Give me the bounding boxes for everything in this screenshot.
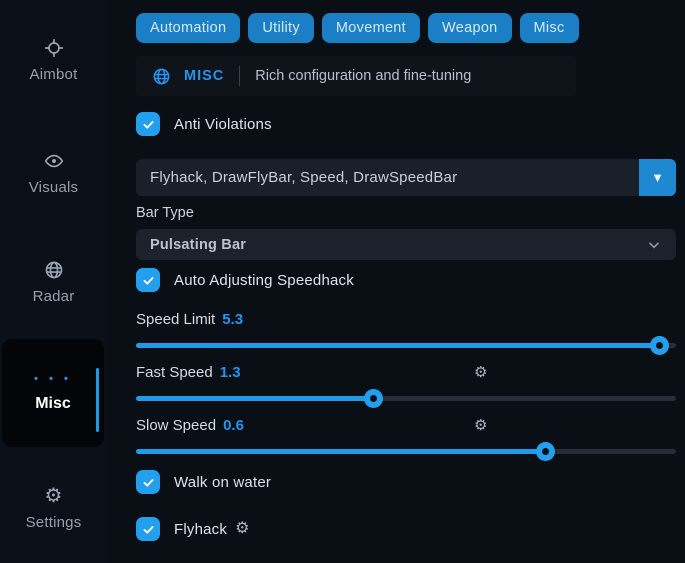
sidebar-item-misc[interactable]: • • • Misc xyxy=(2,339,104,447)
gear-icon[interactable]: ⚙ xyxy=(474,363,487,381)
sidebar-item-visuals[interactable]: Visuals xyxy=(0,149,107,196)
slider-fill xyxy=(136,449,546,454)
slow-speed-value: 0.6 xyxy=(223,417,244,434)
dropdown-arrow-icon: ▼ xyxy=(651,170,664,185)
slider-fill xyxy=(136,343,660,348)
main-panel: Automation Utility Movement Weapon Misc … xyxy=(136,0,676,563)
bar-type-value: Pulsating Bar xyxy=(150,237,246,253)
multiselect-dropdown-button[interactable]: ▼ xyxy=(639,159,676,196)
speed-limit-head: Speed Limit 5.3 xyxy=(136,311,676,329)
slow-speed-slider[interactable] xyxy=(136,442,676,461)
auto-adjusting-label: Auto Adjusting Speedhack xyxy=(174,272,354,289)
category-tabs: Automation Utility Movement Weapon Misc xyxy=(136,13,676,43)
walk-on-water-checkbox[interactable] xyxy=(136,470,160,494)
slider-thumb[interactable] xyxy=(364,389,383,408)
walk-on-water-label: Walk on water xyxy=(174,474,271,491)
section-subtitle: Rich configuration and fine-tuning xyxy=(255,68,471,84)
auto-adjusting-row: Auto Adjusting Speedhack xyxy=(136,268,676,292)
section-title: MISC xyxy=(184,68,224,84)
globe-icon xyxy=(0,258,107,282)
tab-automation[interactable]: Automation xyxy=(136,13,240,43)
bar-type-select[interactable]: Pulsating Bar xyxy=(136,229,676,260)
bar-type-label: Bar Type xyxy=(136,205,676,221)
slow-speed-head: Slow Speed 0.6 ⚙ xyxy=(136,417,676,435)
checkmark-icon xyxy=(141,475,156,490)
flyhack-row: Flyhack ⚙ xyxy=(136,517,676,541)
sidebar-item-label: Misc xyxy=(35,395,71,413)
gear-icon: ⚙ xyxy=(0,484,107,508)
divider xyxy=(239,66,240,86)
eye-icon xyxy=(0,149,107,173)
sidebar: Aimbot Visuals Radar xyxy=(0,0,107,563)
sidebar-item-label: Settings xyxy=(0,514,107,531)
auto-adjusting-checkbox[interactable] xyxy=(136,268,160,292)
chevron-down-icon xyxy=(646,237,662,253)
sidebar-item-label: Radar xyxy=(0,288,107,305)
speed-limit-label: Speed Limit xyxy=(136,311,215,328)
speed-limit-value: 5.3 xyxy=(222,311,243,328)
anti-violations-checkbox[interactable] xyxy=(136,112,160,136)
fast-speed-value: 1.3 xyxy=(220,364,241,381)
sidebar-item-radar[interactable]: Radar xyxy=(0,258,107,305)
fast-speed-head: Fast Speed 1.3 ⚙ xyxy=(136,364,676,382)
crosshair-icon xyxy=(0,36,107,60)
fast-speed-slider[interactable] xyxy=(136,389,676,408)
flyhack-checkbox[interactable] xyxy=(136,517,160,541)
slow-speed-label: Slow Speed xyxy=(136,417,216,434)
sidebar-item-aimbot[interactable]: Aimbot xyxy=(0,36,107,83)
anti-violations-label: Anti Violations xyxy=(174,116,272,133)
checkmark-icon xyxy=(141,522,156,537)
gear-icon[interactable]: ⚙ xyxy=(474,416,487,434)
tab-movement[interactable]: Movement xyxy=(322,13,420,43)
gear-icon[interactable]: ⚙ xyxy=(235,521,249,537)
speed-limit-slider[interactable] xyxy=(136,336,676,355)
bar-multiselect-value: Flyhack, DrawFlyBar, Speed, DrawSpeedBar xyxy=(150,169,457,186)
flyhack-label: Flyhack xyxy=(174,521,227,538)
active-indicator-bar xyxy=(96,368,99,432)
tab-utility[interactable]: Utility xyxy=(248,13,314,43)
ellipsis-icon: • • • xyxy=(34,373,72,385)
sidebar-item-label: Visuals xyxy=(0,179,107,196)
app-window: Aimbot Visuals Radar xyxy=(0,0,685,563)
section-header: MISC Rich configuration and fine-tuning xyxy=(136,56,576,96)
walk-on-water-row: Walk on water xyxy=(136,470,676,494)
checkmark-icon xyxy=(141,117,156,132)
sidebar-item-label: Aimbot xyxy=(0,66,107,83)
anti-violations-row: Anti Violations xyxy=(136,112,676,136)
globe-icon xyxy=(152,67,171,86)
slider-thumb[interactable] xyxy=(536,442,555,461)
bar-multiselect[interactable]: Flyhack, DrawFlyBar, Speed, DrawSpeedBar… xyxy=(136,159,676,196)
slider-fill xyxy=(136,396,374,401)
tab-misc[interactable]: Misc xyxy=(520,13,579,43)
tab-weapon[interactable]: Weapon xyxy=(428,13,512,43)
checkmark-icon xyxy=(141,273,156,288)
slider-thumb[interactable] xyxy=(650,336,669,355)
sidebar-item-settings[interactable]: ⚙ Settings xyxy=(0,484,107,531)
fast-speed-label: Fast Speed xyxy=(136,364,213,381)
